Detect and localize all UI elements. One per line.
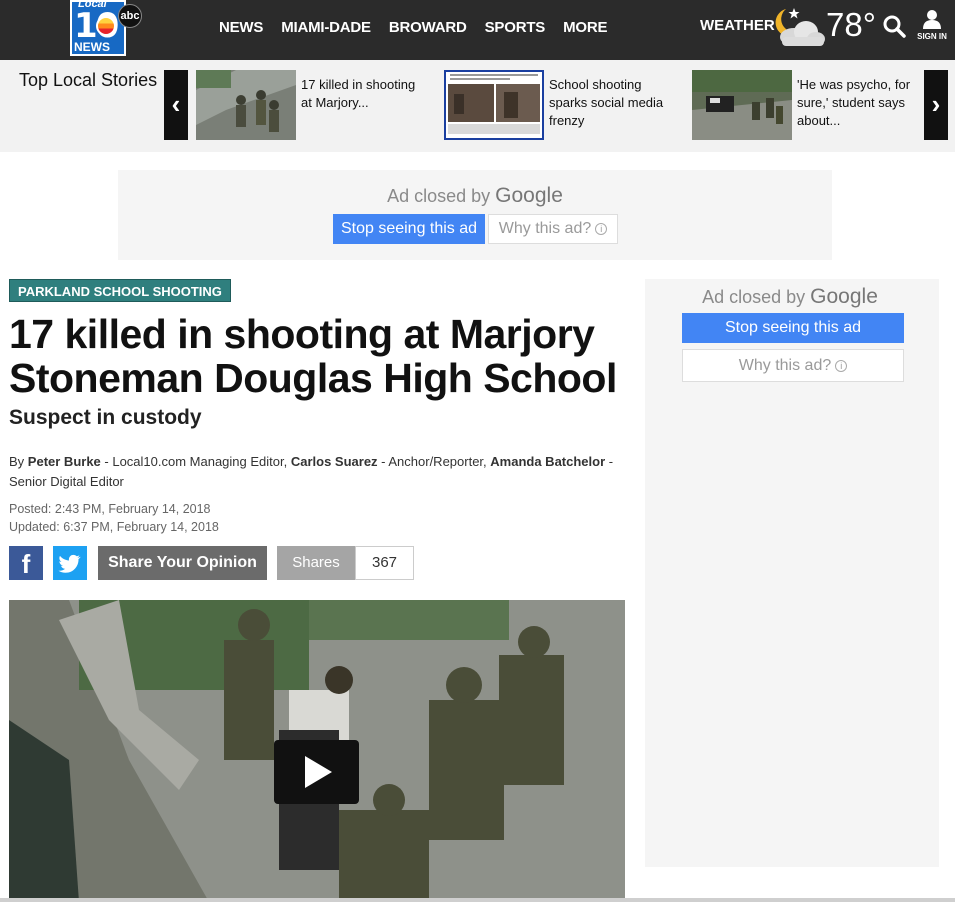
story-thumbnail-1 bbox=[196, 70, 296, 140]
author-name[interactable]: Peter Burke bbox=[28, 454, 101, 469]
play-button[interactable] bbox=[274, 740, 359, 804]
section-tag[interactable]: PARKLAND SCHOOL SHOOTING bbox=[9, 279, 231, 302]
facebook-icon[interactable]: f bbox=[9, 546, 43, 580]
nav-broward[interactable]: BROWARD bbox=[389, 19, 467, 36]
partly-cloudy-night-icon[interactable] bbox=[772, 5, 826, 47]
story-card-2[interactable]: School shooting sparks social media fren… bbox=[444, 70, 674, 140]
local10-logo[interactable]: Local 10 NEWS abc bbox=[70, 0, 144, 56]
twitter-bird-icon bbox=[58, 554, 81, 573]
why-this-ad-button-side[interactable]: Why this ad? i bbox=[682, 349, 904, 382]
sign-in-label: SIGN IN bbox=[917, 32, 947, 41]
author-name[interactable]: Amanda Batchelor bbox=[490, 454, 605, 469]
nav-sports[interactable]: SPORTS bbox=[485, 19, 546, 36]
ad-closed-banner: Ad closed by Google Stop seeing this ad … bbox=[118, 170, 832, 260]
carousel-next-button[interactable]: › bbox=[924, 70, 948, 140]
nav-miami-dade[interactable]: MIAMI-DADE bbox=[281, 19, 371, 36]
story-card-1[interactable]: 17 killed in shooting at Marjory... bbox=[196, 70, 426, 140]
nav-news[interactable]: NEWS bbox=[219, 19, 263, 36]
stop-seeing-ad-button-side[interactable]: Stop seeing this ad bbox=[682, 313, 904, 343]
logo-news-text: NEWS bbox=[74, 40, 110, 54]
story-title-3: 'He was psycho, for sure,' student says … bbox=[797, 77, 911, 128]
logo-sun-icon bbox=[96, 16, 116, 36]
temperature-value: 78° bbox=[826, 6, 876, 43]
updated-date: Updated: 6:37 PM, February 14, 2018 bbox=[9, 520, 219, 534]
abc-logo: abc bbox=[118, 4, 142, 28]
search-icon[interactable] bbox=[882, 14, 906, 38]
sign-in-button[interactable]: SIGN IN bbox=[915, 9, 949, 43]
ad-closed-text-side: Ad closed by Google bbox=[645, 285, 935, 309]
user-icon bbox=[923, 10, 941, 29]
video-player[interactable] bbox=[9, 600, 625, 902]
ad-closed-prefix: Ad closed by bbox=[387, 186, 491, 206]
why-this-ad-label: Why this ad? bbox=[498, 220, 592, 237]
posted-date: Posted: 2:43 PM, February 14, 2018 bbox=[9, 502, 211, 516]
main-nav: NEWS MIAMI-DADE BROWARD SPORTS MORE bbox=[210, 0, 616, 54]
story-thumbnail-3 bbox=[692, 70, 792, 140]
why-this-ad-button[interactable]: Why this ad? i bbox=[488, 214, 618, 244]
weather-link[interactable]: WEATHER bbox=[700, 17, 775, 34]
top-navigation-bar: Local 10 NEWS abc NEWS MIAMI-DADE BROWAR… bbox=[0, 0, 955, 60]
byline: By Peter Burke - Local10.com Managing Ed… bbox=[9, 452, 629, 492]
story-title-2: School shooting sparks social media fren… bbox=[549, 77, 664, 128]
article-subhead: Suspect in custody bbox=[9, 406, 202, 429]
shares-count: 367 bbox=[355, 546, 414, 580]
stop-seeing-ad-button[interactable]: Stop seeing this ad bbox=[333, 214, 485, 244]
carousel-prev-button[interactable]: ‹ bbox=[164, 70, 188, 140]
ad-closed-prefix-side: Ad closed by bbox=[702, 287, 806, 307]
story-card-3[interactable]: 'He was psycho, for sure,' student says … bbox=[692, 70, 922, 140]
author-name[interactable]: Carlos Suarez bbox=[291, 454, 378, 469]
article-headline: 17 killed in shooting at Marjory Stonema… bbox=[9, 311, 617, 401]
nav-more[interactable]: MORE bbox=[563, 19, 607, 36]
why-this-ad-label-side: Why this ad? bbox=[738, 357, 832, 374]
top-stories-title: Top Local Stories bbox=[19, 70, 158, 90]
twitter-icon[interactable] bbox=[53, 546, 87, 580]
author-role: - Local10.com Managing Editor, bbox=[100, 454, 291, 469]
author-role: - Anchor/Reporter, bbox=[377, 454, 491, 469]
byline-by: By bbox=[9, 454, 25, 469]
google-wordmark-side: Google bbox=[810, 285, 878, 308]
bottom-scroll-edge bbox=[0, 898, 955, 902]
article-dates: Posted: 2:43 PM, February 14, 2018 Updat… bbox=[9, 500, 219, 536]
play-icon bbox=[305, 756, 332, 788]
top-stories-strip: Top Local Stories ‹ 17 killed in shootin… bbox=[0, 60, 955, 152]
info-icon: i bbox=[835, 359, 848, 372]
share-your-opinion-button[interactable]: Share Your Opinion bbox=[98, 546, 267, 580]
info-icon: i bbox=[595, 222, 608, 235]
ad-closed-text: Ad closed by Google bbox=[118, 184, 832, 208]
story-title-1: 17 killed in shooting at Marjory... bbox=[301, 77, 416, 110]
google-wordmark: Google bbox=[495, 184, 563, 207]
shares-label: Shares bbox=[277, 546, 355, 580]
ad-closed-sidebar: Ad closed by Google Stop seeing this ad … bbox=[645, 279, 939, 867]
story-thumbnail-2 bbox=[444, 70, 544, 140]
